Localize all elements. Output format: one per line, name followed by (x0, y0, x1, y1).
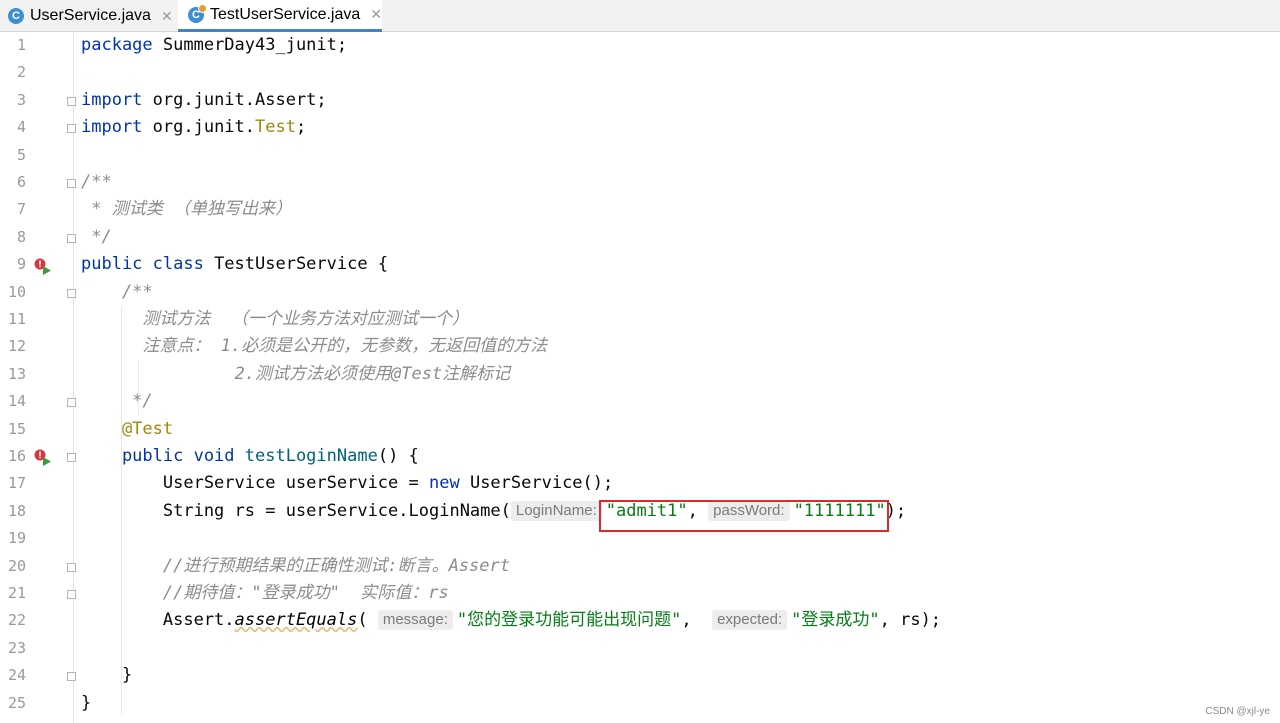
run-test-icon[interactable] (34, 258, 52, 276)
line-number[interactable]: 16 (0, 443, 26, 470)
tab-label: TestUserService.java (209, 5, 361, 23)
line-number[interactable]: 11 (0, 306, 26, 333)
line-number[interactable]: 9 (0, 251, 26, 278)
line-number[interactable]: 12 (0, 333, 26, 360)
line-number[interactable]: 17 (0, 470, 26, 497)
line-number[interactable]: 20 (0, 553, 26, 580)
line-number-gutter: 1 2 3 4 5 6 7 8 9 10 11 12 13 14 15 16 17 18 19 20 21 22 23 24 2… (0, 32, 76, 723)
editor-tab-bar: C UserService.java ✕ C TestUserService.j… (0, 0, 1280, 32)
parameter-hint: message: (377, 610, 453, 631)
tab-label: UserService.java (30, 7, 151, 24)
line-number[interactable]: 14 (0, 388, 26, 415)
line-number[interactable]: 10 (0, 279, 26, 306)
line-number[interactable]: 5 (0, 142, 26, 169)
parameter-hint: expected: (712, 610, 788, 631)
java-class-icon: C (8, 8, 24, 24)
line-number[interactable]: 24 (0, 662, 26, 689)
line-number[interactable]: 23 (0, 635, 26, 662)
tab-userservice[interactable]: C UserService.java ✕ (8, 0, 176, 32)
close-icon[interactable]: ✕ (370, 6, 382, 23)
tab-testuserservice[interactable]: C TestUserService.java ✕ (178, 0, 382, 32)
line-number[interactable]: 19 (0, 525, 26, 552)
line-number[interactable]: 2 (0, 59, 26, 86)
line-number[interactable]: 8 (0, 224, 26, 251)
line-number[interactable]: 3 (0, 87, 26, 114)
line-number[interactable]: 6 (0, 169, 26, 196)
parameter-hint: LoginName: (510, 500, 602, 521)
line-number[interactable]: 4 (0, 114, 26, 141)
line-number[interactable]: 7 (0, 196, 26, 223)
line-number[interactable]: 21 (0, 580, 26, 607)
line-number[interactable]: 15 (0, 416, 26, 443)
code-editor[interactable]: package SummerDay43_junit; import org.ju… (74, 32, 1280, 723)
run-test-icon[interactable] (34, 449, 52, 467)
highlight-box (599, 500, 889, 532)
line-number[interactable]: 13 (0, 361, 26, 388)
line-number[interactable]: 22 (0, 607, 26, 634)
close-icon[interactable]: ✕ (161, 8, 173, 25)
line-number[interactable]: 1 (0, 32, 26, 59)
line-number[interactable]: 25 (0, 690, 26, 717)
watermark: CSDN @xjl-ye (1205, 706, 1270, 717)
line-number[interactable]: 18 (0, 498, 26, 525)
java-test-class-icon: C (188, 3, 207, 23)
